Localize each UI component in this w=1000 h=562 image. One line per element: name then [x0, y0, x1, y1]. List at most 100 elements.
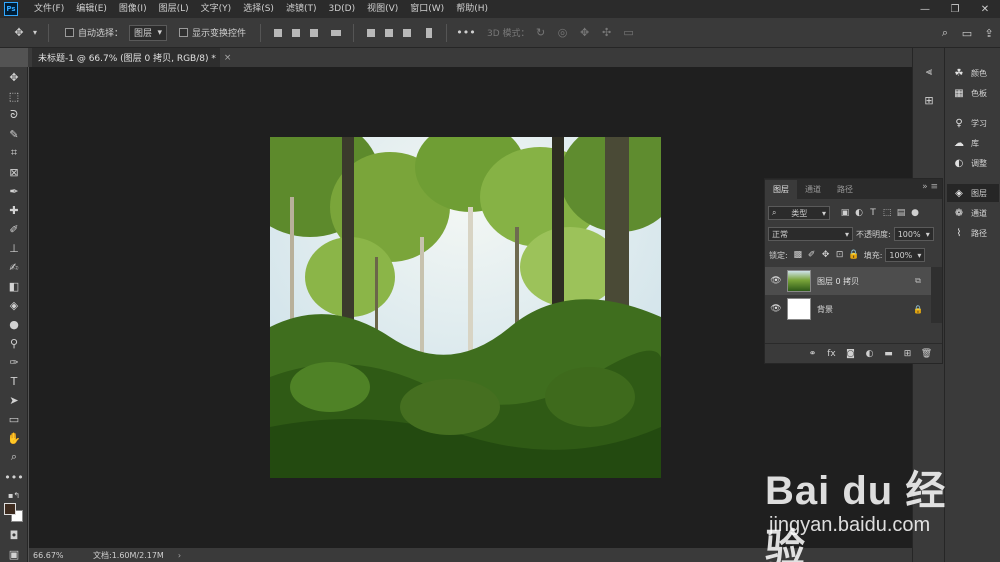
opacity-field[interactable]: 100% ▾ [893, 227, 934, 241]
eye-icon[interactable]: 👁 [765, 276, 787, 286]
document-tab[interactable]: 未标题-1 @ 66.7% (图层 0 拷贝, RGB/8) * × [32, 48, 231, 67]
auto-select-checkbox[interactable] [65, 28, 74, 37]
lock-position-icon[interactable]: ✥ [819, 248, 833, 262]
3d-orbit-icon[interactable]: ↻ [530, 22, 552, 44]
panel-channels[interactable]: ❁ 通道 [947, 204, 999, 222]
menu-3d[interactable]: 3D(D) [322, 0, 361, 18]
clone-stamp-tool-icon[interactable]: ⊥ [5, 240, 23, 256]
filter-smart-object-icon[interactable]: ▤ [894, 206, 908, 220]
menu-help[interactable]: 帮助(H) [450, 0, 494, 18]
3d-scale-icon[interactable]: ▭ [618, 22, 640, 44]
close-button[interactable]: ✕ [970, 0, 1000, 18]
hand-tool-icon[interactable]: ✋ [5, 430, 23, 446]
edit-toolbar-icon[interactable]: ••• [4, 469, 23, 485]
fill-field[interactable]: 100% ▾ [885, 248, 926, 262]
type-tool-icon[interactable]: T [5, 373, 23, 389]
menu-file[interactable]: 文件(F) [28, 0, 70, 18]
layer-name[interactable]: 图层 0 拷贝 [817, 276, 911, 287]
forest-image[interactable] [270, 137, 661, 478]
align-center-h-icon[interactable] [287, 24, 305, 42]
menu-type[interactable]: 文字(Y) [195, 0, 238, 18]
chevron-down-icon[interactable]: ▾ [30, 22, 40, 44]
healing-brush-tool-icon[interactable]: ✚ [5, 202, 23, 218]
paint-bucket-tool-icon[interactable]: ◈ [5, 297, 23, 313]
align-middle-v-icon[interactable] [380, 24, 398, 42]
menu-filter[interactable]: 滤镜(T) [280, 0, 323, 18]
add-mask-icon[interactable]: ◙ [841, 349, 860, 359]
quick-mask-icon[interactable]: ◘ [5, 527, 23, 543]
align-right-icon[interactable] [305, 24, 323, 42]
menu-edit[interactable]: 编辑(E) [70, 0, 113, 18]
filter-toggle-icon[interactable]: ● [908, 206, 922, 220]
eyedropper-tool-icon[interactable]: ✒ [5, 183, 23, 199]
move-tool-icon[interactable]: ✥ [5, 69, 23, 85]
panel-libraries[interactable]: ☁ 库 [947, 134, 999, 152]
lock-transparent-icon[interactable]: ▩ [791, 248, 805, 262]
more-options-icon[interactable]: ••• [455, 22, 477, 44]
history-brush-tool-icon[interactable]: ✍ [5, 259, 23, 275]
layer-name[interactable]: 背景 [817, 304, 911, 315]
new-group-icon[interactable]: ▬ [879, 349, 898, 359]
adjustment-layer-icon[interactable]: ◐ [860, 349, 879, 359]
filter-pixel-icon[interactable]: ▣ [838, 206, 852, 220]
tab-layers[interactable]: 图层 [765, 180, 797, 199]
panel-menu-icon[interactable]: » ≡ [922, 182, 938, 192]
lock-artboard-icon[interactable]: ⊡ [833, 248, 847, 262]
layers-scrollbar[interactable] [931, 267, 942, 323]
distribute-v-icon[interactable] [420, 24, 438, 42]
panel-color[interactable]: ☘ 颜色 [947, 64, 999, 82]
filter-type-icon[interactable]: T [866, 206, 880, 220]
align-left-icon[interactable] [269, 24, 287, 42]
move-tool-icon[interactable]: ✥ [8, 22, 30, 44]
zoom-tool-icon[interactable]: ⌕ [5, 449, 23, 465]
panel-learn[interactable]: ♀ 学习 [947, 114, 999, 132]
show-transform-checkbox[interactable] [179, 28, 189, 37]
crop-tool-icon[interactable]: ⌗ [5, 145, 23, 161]
brush-tool-icon[interactable]: ✐ [5, 221, 23, 237]
panel-swatches[interactable]: ▦ 色板 [947, 84, 999, 102]
zoom-level[interactable]: 66.67% [33, 551, 93, 560]
tab-channels[interactable]: 通道 [797, 180, 829, 199]
lasso-tool-icon[interactable]: ᘐ [5, 107, 23, 123]
eye-icon[interactable]: 👁 [765, 304, 787, 314]
panel-paths[interactable]: ⌇ 路径 [947, 224, 999, 242]
menu-view[interactable]: 视图(V) [361, 0, 404, 18]
rectangle-tool-icon[interactable]: ▭ [5, 411, 23, 427]
minimize-button[interactable]: — [910, 0, 940, 18]
filter-shape-icon[interactable]: ⬚ [880, 206, 894, 220]
pen-tool-icon[interactable]: ✑ [5, 354, 23, 370]
link-layers-icon[interactable]: ⚭ [803, 349, 822, 359]
blur-tool-icon[interactable]: ● [5, 316, 23, 332]
menu-image[interactable]: 图像(I) [113, 0, 153, 18]
layer-row[interactable]: 👁 背景 🔒 [765, 295, 931, 323]
distribute-h-icon[interactable] [327, 24, 345, 42]
dodge-tool-icon[interactable]: ⚲ [5, 335, 23, 351]
align-bottom-icon[interactable] [398, 24, 416, 42]
restore-button[interactable]: ❐ [940, 0, 970, 18]
workspace-icon[interactable]: ▭ [956, 22, 978, 44]
layer-row[interactable]: 👁 图层 0 拷贝 ⧉ [765, 267, 931, 295]
3d-roll-icon[interactable]: ◎ [552, 22, 574, 44]
panel-adjustments[interactable]: ◐ 调整 [947, 154, 999, 172]
tab-paths[interactable]: 路径 [829, 180, 861, 199]
marquee-tool-icon[interactable]: ⬚ [5, 88, 23, 104]
layer-style-icon[interactable]: fx [822, 349, 841, 359]
auto-select-dropdown[interactable]: 图层 ▾ [129, 24, 168, 41]
frame-tool-icon[interactable]: ⊠ [5, 164, 23, 180]
search-icon[interactable]: ⌕ [934, 22, 956, 44]
trash-icon[interactable]: 🗑 [917, 349, 936, 359]
history-panel-icon[interactable]: ⫷ [921, 64, 937, 80]
3d-slide-icon[interactable]: ✣ [596, 22, 618, 44]
align-top-icon[interactable] [362, 24, 380, 42]
share-icon[interactable]: ⇪ [978, 22, 1000, 44]
path-selection-tool-icon[interactable]: ➤ [5, 392, 23, 408]
menu-layer[interactable]: 图层(L) [153, 0, 195, 18]
blend-mode-dropdown[interactable]: 正常 ▾ [768, 227, 853, 241]
quick-select-tool-icon[interactable]: ✎ [5, 126, 23, 142]
new-layer-icon[interactable]: ⊞ [898, 349, 917, 359]
menu-window[interactable]: 窗口(W) [404, 0, 450, 18]
filter-kind-dropdown[interactable]: ⌕ 类型 ▾ [768, 206, 830, 220]
lock-all-icon[interactable]: 🔒 [847, 248, 861, 262]
lock-pixels-icon[interactable]: ✐ [805, 248, 819, 262]
foreground-color-swatch[interactable] [4, 503, 16, 515]
